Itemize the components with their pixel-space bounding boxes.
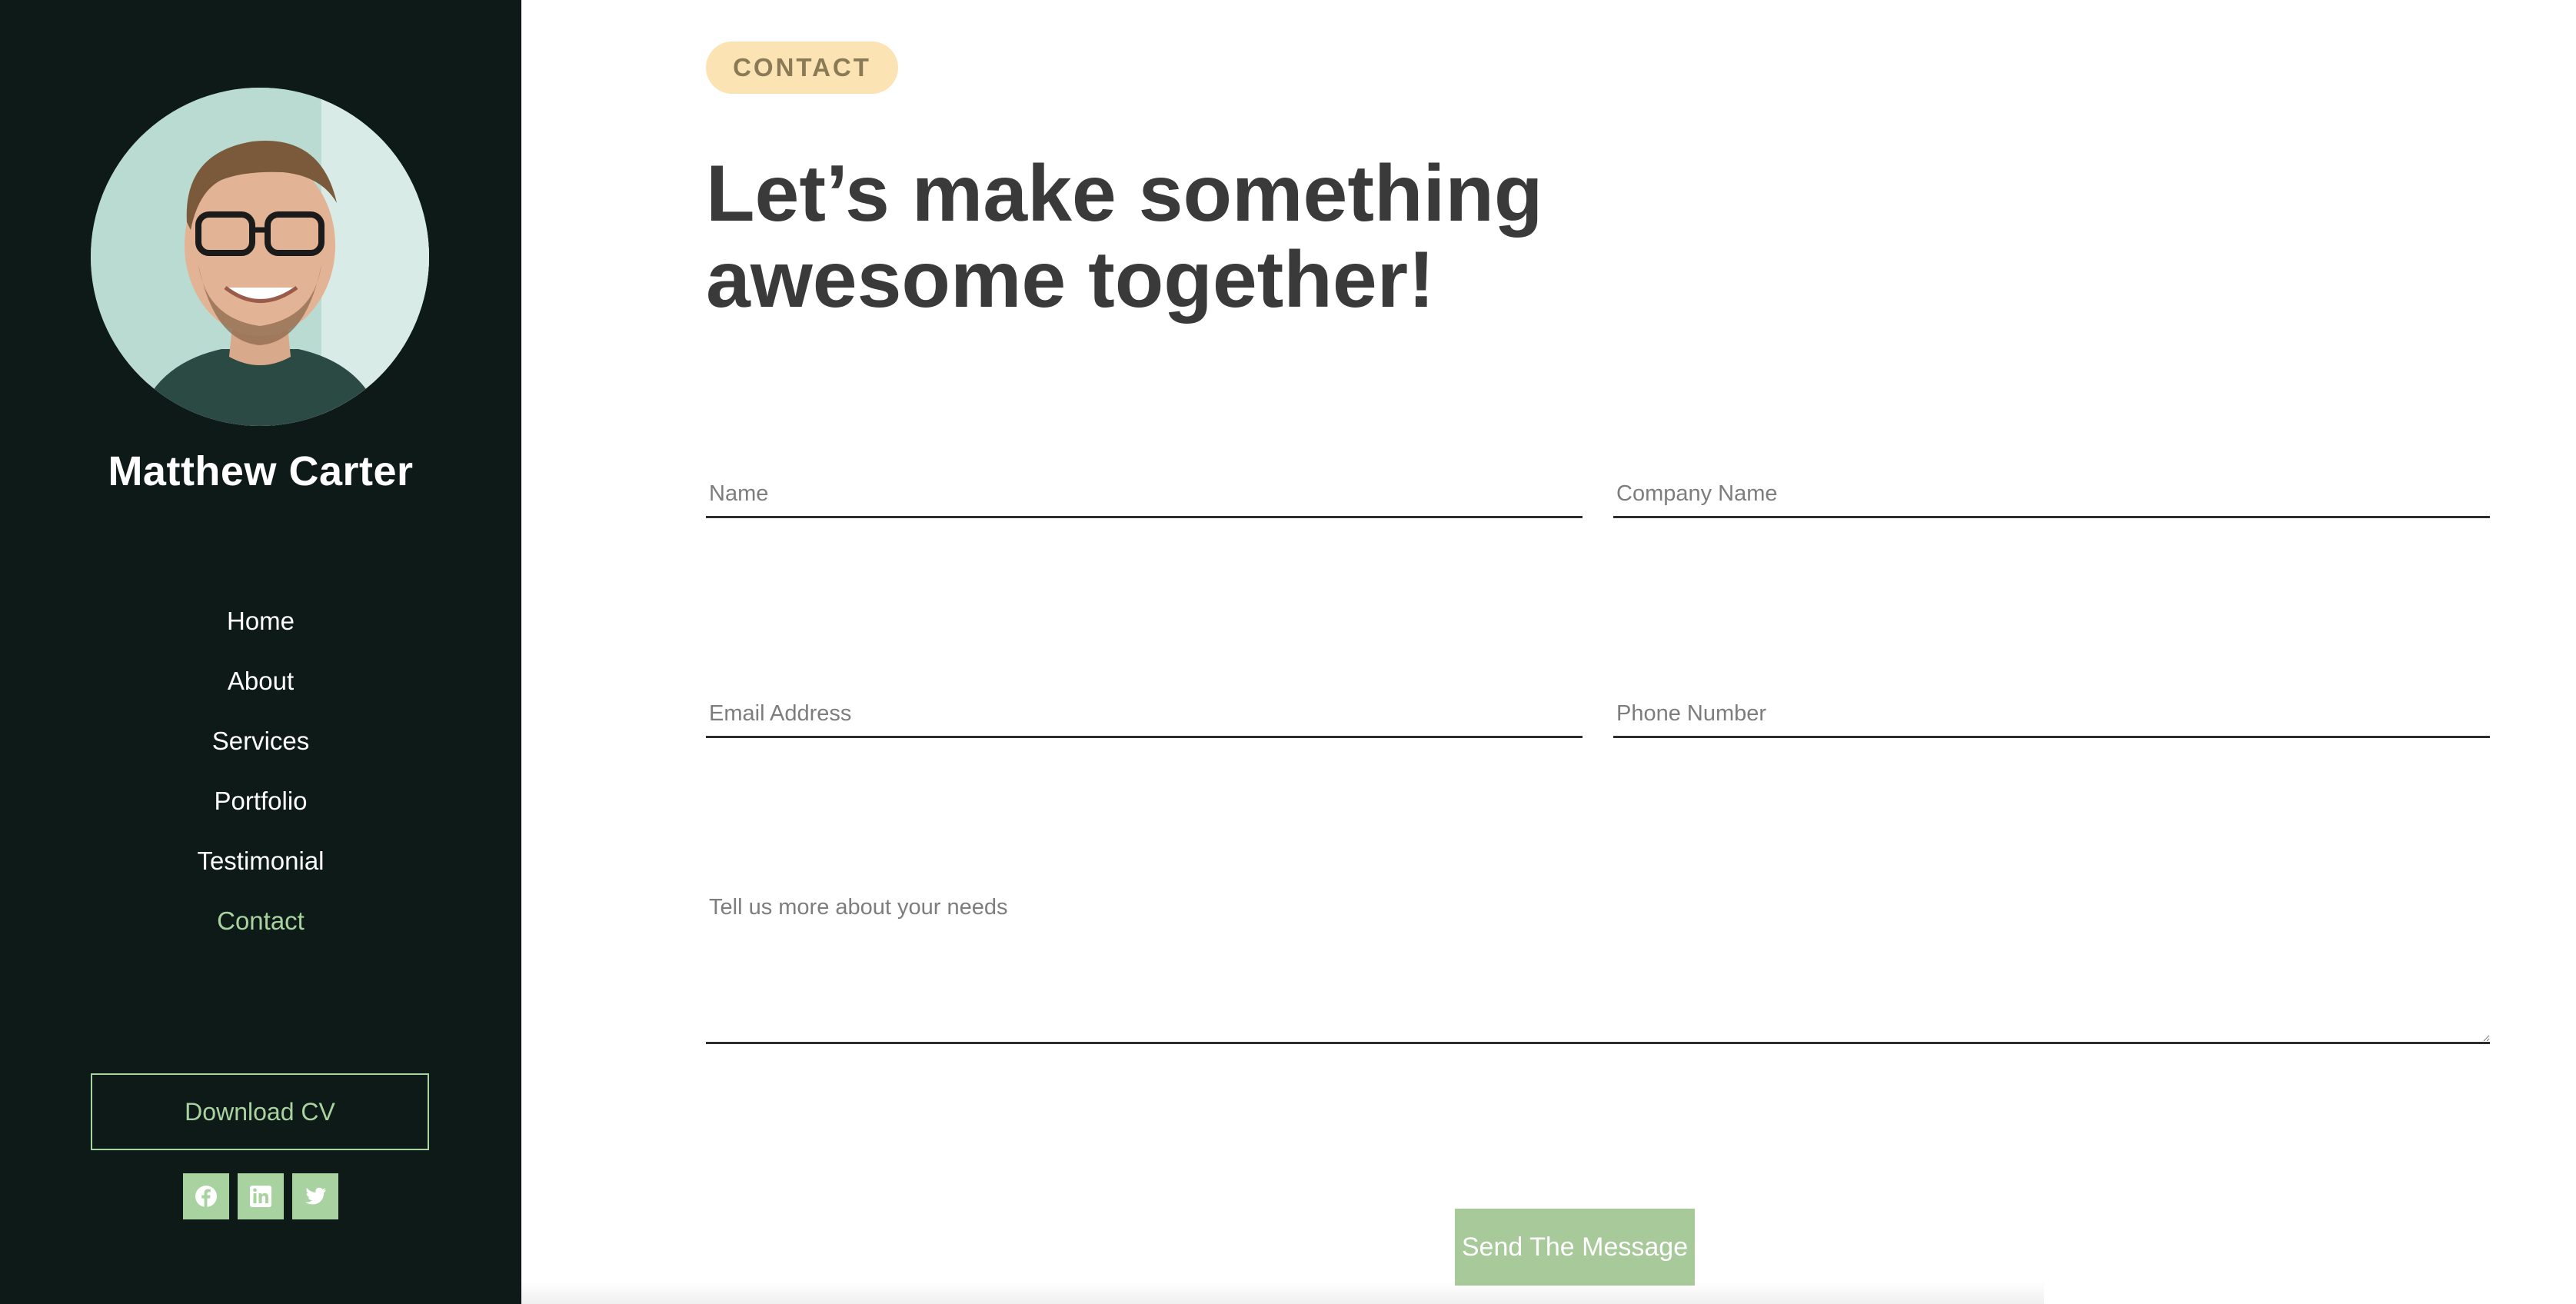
nav-item-testimonial[interactable]: Testimonial — [0, 841, 521, 901]
sidebar: Matthew Carter Home About Services Portf… — [0, 0, 521, 1304]
name-field[interactable] — [706, 472, 1583, 518]
email-field[interactable] — [706, 692, 1583, 738]
bottom-shadow — [521, 1281, 2044, 1304]
profile-name: Matthew Carter — [108, 448, 414, 494]
avatar — [91, 88, 429, 426]
headline-line-1: Let’s make something — [706, 149, 1543, 238]
nav-item-portfolio[interactable]: Portfolio — [0, 781, 521, 841]
phone-field[interactable] — [1613, 692, 2490, 738]
linkedin-icon — [250, 1186, 271, 1207]
headline-line-2: awesome together! — [706, 235, 1435, 324]
nav-item-contact[interactable]: Contact — [0, 901, 521, 961]
facebook-icon — [195, 1186, 217, 1207]
social-links — [183, 1173, 338, 1219]
company-name-field[interactable] — [1613, 472, 2490, 518]
nav-item-services[interactable]: Services — [0, 721, 521, 781]
facebook-button[interactable] — [183, 1173, 229, 1219]
download-cv-button[interactable]: Download CV — [91, 1073, 429, 1150]
nav-item-home[interactable]: Home — [0, 601, 521, 661]
send-message-button[interactable]: Send The Message — [1455, 1209, 1695, 1286]
twitter-icon — [305, 1187, 326, 1205]
section-badge: CONTACT — [706, 42, 898, 94]
message-textarea[interactable] — [706, 890, 2490, 1044]
linkedin-button[interactable] — [238, 1173, 284, 1219]
page-title: Let’s make something awesome together! — [706, 151, 1706, 323]
sidebar-nav: Home About Services Portfolio Testimonia… — [0, 601, 521, 961]
contact-section: CONTACT Let’s make something awesome tog… — [521, 0, 2576, 1304]
profile-photo — [91, 88, 429, 426]
nav-item-about[interactable]: About — [0, 661, 521, 721]
twitter-button[interactable] — [292, 1173, 338, 1219]
